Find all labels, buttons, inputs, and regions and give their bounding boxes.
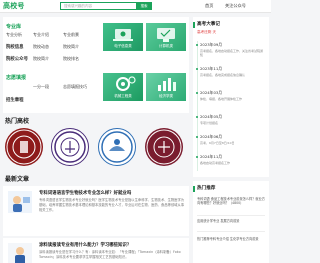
link-major-prospects[interactable]: 专业前景	[63, 32, 79, 38]
event-date: 2024年06月	[200, 134, 223, 139]
latest-articles-title: 最新文章	[5, 176, 30, 183]
article-thumbnail-icon	[8, 191, 32, 213]
article-excerpt: 专科词语语言学生物技术专业好就业吗？医学生物技术专业是指以生命科学、生物技术、生…	[39, 198, 185, 213]
bar-chart-illustration-icon	[158, 78, 176, 91]
event-text: 专项计划报名	[200, 121, 219, 125]
section-title-major-library[interactable]: 专业库	[6, 23, 21, 30]
tile-label: 机械工程类	[114, 94, 132, 98]
timeline-dot	[196, 44, 198, 46]
divider	[197, 231, 265, 232]
search-input[interactable]: 搜索感兴趣的内容	[60, 2, 136, 10]
article-thumbnail-icon	[8, 243, 32, 263]
hot-item-link[interactable]: 应用统计学专业 发展方向前景	[197, 219, 265, 223]
event-text: 各地启动高考报名工作	[200, 161, 231, 165]
link-major-analysis[interactable]: 专业分析	[6, 32, 22, 38]
link-college-ranking[interactable]: 院校排名	[63, 56, 79, 62]
event-text: 体检、填报，各地开展体检工作	[200, 97, 243, 101]
exam-events-panel: 高考大事记 高考还剩 天 2023年09月 高考报名，各地启动报名工作，关注省考…	[193, 17, 269, 177]
article-excerpt: 涂料读报读专业是在学习什么？有：涂料读本专业如：「专业课程」「Tomaxin（涂…	[39, 250, 181, 260]
link-college-brief[interactable]: 院校简介	[33, 56, 49, 62]
popular-colleges-title: 热门高校	[5, 118, 30, 125]
timeline-dot	[196, 92, 198, 94]
top-bar: 高校号 搜索感兴趣的内容 搜索 首页 关注公众号	[0, 0, 271, 13]
event-text: 高考报名，各地启动报名工作，关注省考试院通知	[200, 49, 264, 58]
link-college-news[interactable]: 院校动态	[33, 44, 49, 50]
exam-countdown: 高考还剩 天	[197, 30, 217, 34]
article-title[interactable]: 涂料读报读专业有用什么能力？学习哪些知识？	[39, 242, 131, 248]
college-logo-fudan[interactable]	[145, 128, 183, 166]
event-text: 高考，6月7日至8日/10日	[200, 141, 235, 145]
link-major-intro[interactable]: 专业介绍	[33, 32, 49, 38]
hot-item-link[interactable]: 专科词语 食品工程技术专业前景怎么样？就业方向有哪些？好就业吗？（4800）	[197, 197, 265, 206]
peking-university-seal-icon	[6, 129, 42, 165]
event-date: 2024年03月	[200, 90, 223, 95]
timeline-dot	[196, 68, 198, 70]
timeline-dot	[196, 136, 198, 138]
article-item[interactable]: 涂料读报读专业有用什么能力？学习哪些知识？ 涂料读报读专业是在学习什么？有：涂料…	[3, 238, 189, 263]
tile-electronic-info[interactable]: 电子信息类	[103, 23, 143, 51]
tile-label: 电子信息类	[114, 44, 132, 48]
event-text: 高考报名，各地完成报名信息确认	[200, 73, 246, 77]
zhejiang-university-seal-icon	[54, 131, 86, 163]
category-menu: 专业库 专业分析 专业介绍 专业前景 院校信息 院校动态 院校简介 院校公众号 …	[3, 17, 189, 113]
computer-illustration-icon	[157, 28, 175, 42]
link-score-distribution[interactable]: 一分一段	[33, 84, 49, 90]
link-college-intro[interactable]: 院校简介	[63, 44, 79, 50]
gear-illustration-icon	[116, 76, 136, 91]
tile-computer[interactable]: 计算机类	[146, 23, 186, 51]
section-title-application[interactable]: 志愿填报	[6, 74, 26, 81]
section-accent-bar	[193, 22, 195, 28]
tile-economics[interactable]: 经济学类	[146, 73, 186, 101]
hot-item-link[interactable]: 热门推荐专科专业介绍 生化学专业方向前景	[197, 237, 265, 241]
nav-home[interactable]: 首页	[205, 3, 213, 9]
college-logo-zhejiang[interactable]	[51, 128, 89, 166]
section-title-college-info[interactable]: 院校信息	[6, 44, 24, 50]
tile-mechanical[interactable]: 机械工程类	[103, 73, 143, 101]
timeline-dot	[196, 156, 198, 158]
section-accent-bar	[193, 186, 195, 192]
event-date: 2024年05月	[200, 114, 223, 119]
event-date: 2023年09月	[200, 42, 223, 47]
exam-events-title: 高考大事记	[197, 22, 220, 27]
tile-label: 经济学类	[159, 94, 173, 98]
search-button[interactable]: 搜索	[136, 2, 152, 10]
fudan-university-seal-icon	[146, 129, 182, 165]
divider	[197, 215, 265, 216]
timeline-line	[196, 41, 198, 171]
section-title-college-accounts[interactable]: 院校公众号	[6, 56, 28, 62]
section-title-admission-rules[interactable]: 招生章程	[6, 97, 24, 103]
event-date: 2023年11月	[200, 66, 223, 71]
xiamen-university-seal-icon	[101, 131, 133, 163]
nav-follow-official-account[interactable]: 关注公众号	[225, 3, 246, 9]
college-logo-xiamen[interactable]	[98, 128, 136, 166]
hot-recommend-title: 热门推荐	[197, 186, 216, 191]
article-item[interactable]: 专科词语语言学生物技术专业怎么样？好就业吗 专科词语语言学生物技术专业好就业吗？…	[3, 186, 189, 236]
event-date: 2024年11月	[200, 154, 223, 159]
laptop-illustration-icon	[113, 29, 133, 41]
hot-recommend-panel: 热门推荐 专科词语 食品工程技术专业前景怎么样？就业方向有哪些？好就业吗？（48…	[193, 181, 269, 263]
college-logo-peking[interactable]	[5, 128, 43, 166]
article-title[interactable]: 专科词语语言学生物技术专业怎么样？好就业吗	[39, 190, 131, 196]
site-logo[interactable]: 高校号	[3, 1, 25, 11]
timeline-dot	[196, 116, 198, 118]
link-application-tips[interactable]: 志愿填报技巧	[63, 84, 87, 90]
tile-label: 计算机类	[159, 44, 173, 48]
